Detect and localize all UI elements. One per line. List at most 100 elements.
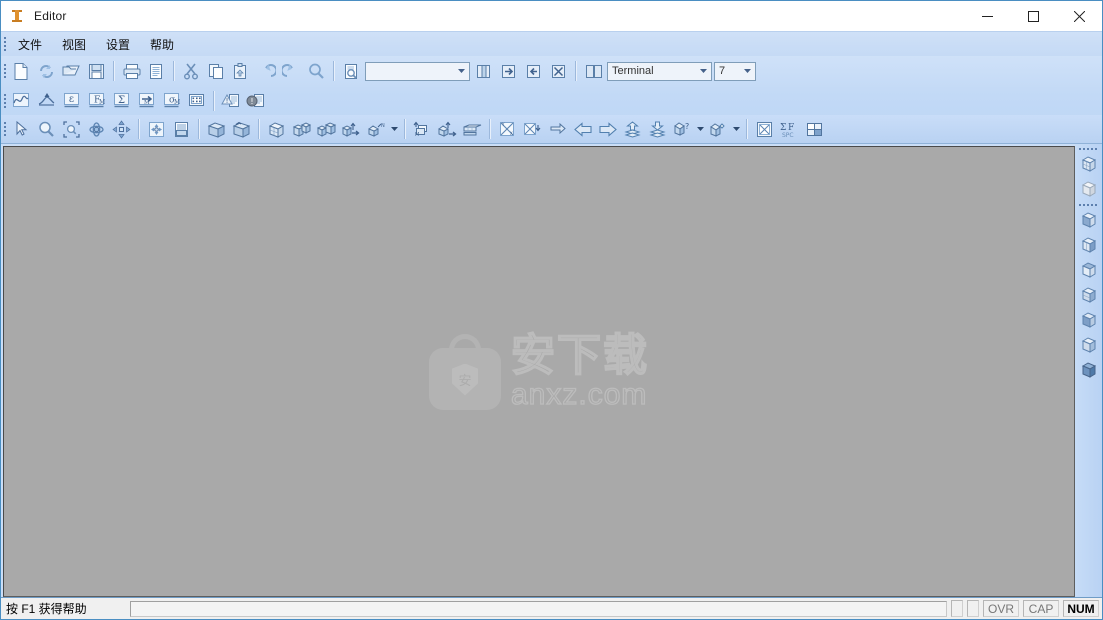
split-panel-icon[interactable] [802, 117, 827, 141]
undo-icon[interactable] [254, 59, 279, 83]
entity-dropdown-caret[interactable] [389, 117, 400, 141]
select-cursor-icon[interactable] [9, 117, 34, 141]
mesh-block-icon[interactable] [289, 117, 314, 141]
bookmark-prev-icon[interactable] [521, 59, 546, 83]
transform-element-icon[interactable]: N [364, 117, 389, 141]
redo-icon[interactable] [279, 59, 304, 83]
menu-gripper[interactable] [1, 32, 9, 56]
peak-curve-icon[interactable] [34, 89, 59, 113]
copy-icon[interactable] [204, 59, 229, 83]
model-canvas[interactable]: 安 安下载 anxz.com [3, 146, 1075, 597]
sum-force-spc-icon[interactable]: Σ F SPC [777, 117, 802, 141]
plot-result-icon[interactable] [520, 117, 545, 141]
split-window-icon[interactable] [581, 59, 606, 83]
font-name-value: Terminal [612, 65, 654, 77]
sidebar-view-front-icon[interactable] [1077, 233, 1101, 257]
sidebar-view-right-icon[interactable] [1077, 283, 1101, 307]
zoom-icon[interactable] [34, 117, 59, 141]
paste-icon[interactable] [229, 59, 254, 83]
status-ovr[interactable]: OVR [983, 600, 1019, 617]
zoom-window-icon[interactable] [59, 117, 84, 141]
font-name-caret[interactable] [696, 63, 711, 80]
sidebar-view-back-icon[interactable] [1077, 308, 1101, 332]
previous-step-icon[interactable] [570, 117, 595, 141]
matrix-grid-icon[interactable] [184, 89, 209, 113]
force-moment-icon[interactable]: F M [84, 89, 109, 113]
query-entity-icon[interactable]: ? [670, 117, 695, 141]
sidebar-wire-cube-icon[interactable] [1077, 152, 1101, 176]
window-title: Editor [34, 9, 67, 23]
warning-report-icon[interactable]: ! [219, 89, 244, 113]
bookmark-toggle-icon[interactable] [471, 59, 496, 83]
list-view-icon[interactable] [169, 117, 194, 141]
new-file-icon[interactable] [9, 59, 34, 83]
menu-view[interactable]: 视图 [53, 33, 95, 56]
solid-block-icon[interactable] [204, 117, 229, 141]
move-element-icon[interactable] [339, 117, 364, 141]
menu-file[interactable]: 文件 [9, 33, 51, 56]
sidebar-view-left-icon[interactable] [1077, 333, 1101, 357]
cut-icon[interactable] [179, 59, 204, 83]
plot-axes-icon[interactable]: Y X [495, 117, 520, 141]
maximize-button[interactable] [1010, 1, 1056, 31]
svg-text:!: ! [250, 97, 253, 106]
status-cap[interactable]: CAP [1023, 600, 1059, 617]
minimize-button[interactable] [964, 1, 1010, 31]
bookmark-clear-icon[interactable] [546, 59, 571, 83]
sidebar-solid-cube-icon[interactable] [1077, 177, 1101, 201]
status-bar: 按 F1 获得帮助 OVR CAP NUM [1, 597, 1102, 619]
toolbar-analysis: ε F M Σ M σ M ! ! [1, 86, 1102, 115]
moment-arrow-icon[interactable]: M [134, 89, 159, 113]
export-result-icon[interactable] [545, 117, 570, 141]
open-folder-icon[interactable] [59, 59, 84, 83]
search-combo[interactable] [365, 61, 470, 81]
error-report-icon[interactable]: ! [244, 89, 269, 113]
epsilon-icon[interactable]: ε [59, 89, 84, 113]
create-entity-icon[interactable] [706, 117, 731, 141]
font-size-combo[interactable]: 7 [714, 61, 756, 81]
close-button[interactable] [1056, 1, 1102, 31]
watermark-en: anxz.com [510, 377, 648, 411]
query-dropdown-caret[interactable] [695, 117, 706, 141]
font-size-caret[interactable] [740, 63, 755, 80]
create-dropdown-caret[interactable] [731, 117, 742, 141]
font-name-combo[interactable]: Terminal [607, 61, 712, 81]
toolbar-standard-gripper[interactable] [1, 56, 9, 86]
menu-bar: 文件 视图 设置 帮助 [1, 31, 1102, 56]
toolbar-separator [138, 119, 140, 139]
next-step-icon[interactable] [595, 117, 620, 141]
layer-stack-icon[interactable] [460, 117, 485, 141]
sidebar-view-shaded-icon[interactable] [1077, 358, 1101, 382]
group-copy-icon[interactable]: M [410, 117, 435, 141]
graph-window-icon[interactable] [752, 117, 777, 141]
toolbar-analysis-gripper[interactable] [1, 86, 9, 115]
extrude-block-icon[interactable] [229, 117, 254, 141]
find-in-file-icon[interactable] [339, 59, 364, 83]
menu-settings[interactable]: 设置 [97, 33, 139, 56]
pan-icon[interactable] [109, 117, 134, 141]
find-icon[interactable] [304, 59, 329, 83]
refresh-icon[interactable] [34, 59, 59, 83]
toolbar-separator [746, 119, 748, 139]
curve-plot-icon[interactable] [9, 89, 34, 113]
print-icon[interactable] [119, 59, 144, 83]
status-num[interactable]: NUM [1063, 600, 1099, 617]
fit-view-icon[interactable] [144, 117, 169, 141]
sigma-m-icon[interactable]: σ M [159, 89, 184, 113]
search-combo-caret[interactable] [454, 63, 469, 80]
menu-help[interactable]: 帮助 [141, 33, 183, 56]
svg-text:Σ: Σ [118, 95, 125, 106]
upload-result-icon[interactable] [620, 117, 645, 141]
save-icon[interactable] [84, 59, 109, 83]
wire-block-icon[interactable] [264, 117, 289, 141]
sidebar-view-top-icon[interactable] [1077, 258, 1101, 282]
sidebar-view-iso-icon[interactable] [1077, 208, 1101, 232]
sigma-sum-icon[interactable]: Σ [109, 89, 134, 113]
assembly-block-icon[interactable] [314, 117, 339, 141]
print-preview-icon[interactable] [144, 59, 169, 83]
bookmark-next-icon[interactable] [496, 59, 521, 83]
rotate-icon[interactable] [84, 117, 109, 141]
download-result-icon[interactable] [645, 117, 670, 141]
toolbar-modeling-gripper[interactable] [1, 115, 9, 143]
extrude-arrow-icon[interactable] [435, 117, 460, 141]
